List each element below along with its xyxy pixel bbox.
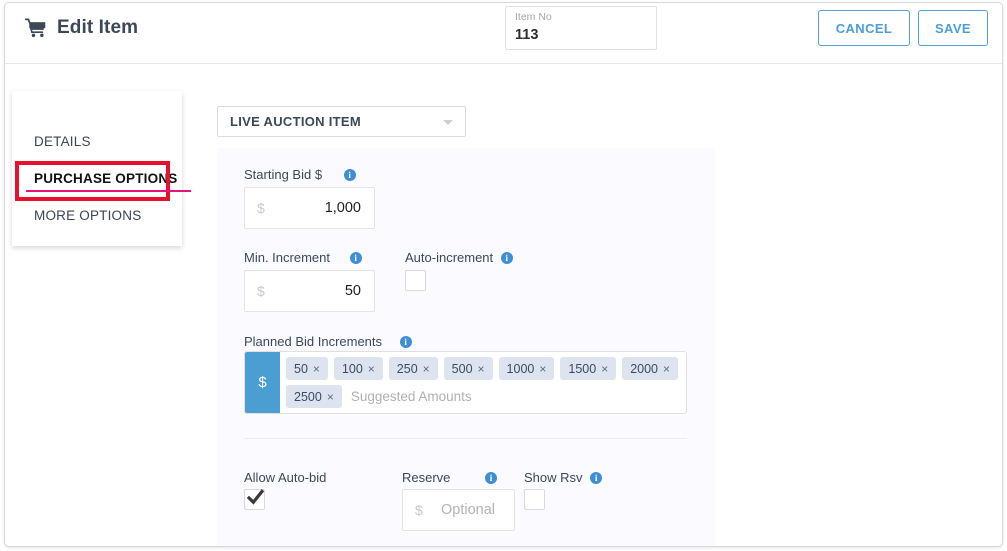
page-title-group: Edit Item [25, 17, 138, 39]
remove-chip-icon[interactable]: × [423, 362, 430, 376]
bid-increment-chip-value: 500 [451, 361, 473, 376]
min-increment-label-text: Min. Increment [244, 250, 330, 265]
auto-increment-checkbox[interactable] [405, 270, 426, 291]
show-rsv-checkbox[interactable] [524, 489, 545, 510]
remove-chip-icon[interactable]: × [327, 390, 334, 404]
bid-increment-chip-value: 100 [341, 361, 363, 376]
sidebar-item-details[interactable]: DETAILS [34, 134, 91, 149]
app-window: Edit Item Item No 113 CANCEL SAVE DETAIL… [4, 2, 1003, 547]
reserve-label-text: Reserve [402, 470, 451, 485]
check-icon [247, 489, 264, 505]
remove-chip-icon[interactable]: × [601, 362, 608, 376]
item-type-select-value: LIVE AUCTION ITEM [230, 114, 362, 129]
sidebar-nav: DETAILS PURCHASE OPTIONS MORE OPTIONS [12, 91, 182, 246]
remove-chip-icon[interactable]: × [663, 362, 670, 376]
bid-increment-chip[interactable]: 1500 × [560, 357, 617, 380]
info-icon[interactable]: i [590, 472, 603, 484]
bid-increment-chip-value: 2000 [630, 361, 659, 376]
cart-icon [25, 18, 47, 38]
bid-increment-chip[interactable]: 250 × [388, 357, 438, 380]
min-increment-label: Min. Increment i [244, 250, 362, 265]
info-icon[interactable]: i [500, 252, 513, 264]
info-icon[interactable]: i [399, 336, 412, 348]
allow-auto-bid-checkbox[interactable] [244, 489, 265, 510]
reserve-label: Reserve i [402, 470, 498, 485]
item-no-label: Item No [515, 11, 552, 23]
reserve-input[interactable]: $ Optional [402, 489, 515, 531]
bid-increment-chip[interactable]: 500 × [443, 357, 493, 380]
bid-increment-chip-value: 2500 [294, 389, 322, 404]
bid-increment-chip[interactable]: 100 × [333, 357, 383, 380]
save-button[interactable]: SAVE [918, 10, 988, 46]
bid-increment-chip-value: 250 [396, 361, 418, 376]
currency-prefix: $ [257, 283, 265, 299]
remove-chip-icon[interactable]: × [478, 362, 485, 376]
reserve-placeholder: Optional [441, 502, 496, 518]
chevron-down-icon [443, 120, 453, 125]
currency-prefix: $ [245, 352, 280, 413]
planned-bid-increments-label: Planned Bid Increments i [244, 334, 412, 349]
allow-auto-bid-label: Allow Auto-bid [244, 470, 327, 485]
remove-chip-icon[interactable]: × [539, 362, 546, 376]
bid-increments-placeholder: Suggested Amounts [350, 389, 472, 404]
bid-increment-chip-value: 50 [294, 361, 308, 376]
item-no-field[interactable]: Item No 113 [505, 6, 657, 50]
page-header: Edit Item Item No 113 CANCEL SAVE [5, 3, 1002, 64]
purchase-options-card: Starting Bid $ i $ 1,000 Min. Increment … [217, 148, 715, 546]
bid-increment-chips: 50 × 100 × 250 × 500 × 1000 × 1500 × 2000 × 2500 × Sugge… [280, 352, 686, 413]
starting-bid-input[interactable]: $ 1,000 [244, 187, 375, 229]
bid-increment-chip[interactable]: 2000 × [622, 357, 679, 380]
auto-increment-label-text: Auto-increment [405, 250, 494, 265]
sidebar-item-more-options[interactable]: MORE OPTIONS [34, 208, 141, 223]
min-increment-input[interactable]: $ 50 [244, 270, 375, 312]
info-icon[interactable]: i [343, 169, 356, 181]
section-divider [244, 438, 687, 439]
bid-increment-chip-value: 1500 [568, 361, 597, 376]
bid-increment-chip[interactable]: 50 × [286, 357, 328, 380]
item-type-select[interactable]: LIVE AUCTION ITEM [217, 106, 466, 137]
show-rsv-label-text: Show Rsv [524, 470, 583, 485]
bid-increment-chip[interactable]: 2500 × [286, 385, 342, 408]
currency-prefix: $ [257, 200, 265, 216]
planned-bid-increments-label-text: Planned Bid Increments [244, 334, 383, 349]
remove-chip-icon[interactable]: × [313, 362, 320, 376]
show-rsv-label: Show Rsv i [524, 470, 603, 485]
starting-bid-label-text: Starting Bid $ [244, 167, 323, 182]
sidebar-item-purchase-options[interactable]: PURCHASE OPTIONS [34, 171, 177, 186]
planned-bid-increments-field[interactable]: $ 50 × 100 × 250 × 500 × 1000 × 1500 × 2000 × 2500 × Sug… [244, 351, 687, 414]
currency-prefix: $ [415, 502, 423, 518]
info-icon[interactable]: i [485, 472, 498, 484]
cancel-button[interactable]: CANCEL [818, 10, 910, 46]
item-no-value: 113 [515, 27, 539, 43]
starting-bid-value: 1,000 [324, 200, 361, 216]
min-increment-value: 50 [344, 283, 361, 299]
info-icon[interactable]: i [349, 252, 362, 264]
remove-chip-icon[interactable]: × [368, 362, 375, 376]
bid-increment-chip-value: 1000 [506, 361, 535, 376]
starting-bid-label: Starting Bid $ i [244, 167, 356, 182]
auto-increment-label: Auto-increment i [405, 250, 513, 265]
page-title: Edit Item [57, 17, 139, 38]
bid-increment-chip[interactable]: 1000 × [498, 357, 555, 380]
